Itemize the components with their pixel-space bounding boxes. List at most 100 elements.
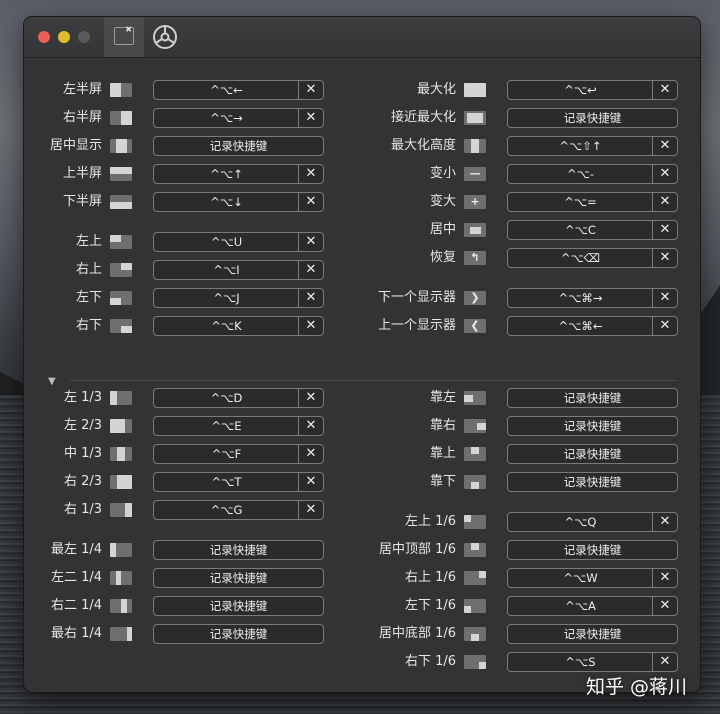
tab-window-shortcuts[interactable] — [104, 17, 144, 57]
close-window-button[interactable] — [38, 31, 50, 43]
shortcut-recorder[interactable]: ^⌥= ✕ — [507, 192, 678, 212]
shortcut-recorder[interactable]: ^⌥W ✕ — [507, 568, 678, 588]
clear-shortcut-button[interactable]: ✕ — [652, 249, 677, 267]
shortcut-row-sixth-tc: 居中顶部 1/6 记录快捷键 — [24, 540, 700, 560]
shortcut-recorder[interactable]: ^⌥⌘← ✕ — [507, 316, 678, 336]
shortcut-recorder[interactable]: 记录快捷键 — [507, 108, 678, 128]
window-shortcut-icon — [114, 25, 134, 45]
clear-shortcut-button[interactable]: ✕ — [652, 513, 677, 531]
shortcut-recorder[interactable]: ^⌥S ✕ — [507, 652, 678, 672]
shortcut-recorder[interactable]: 记录快捷键 — [507, 388, 678, 408]
shortcut-recorder[interactable]: ^⌥Q ✕ — [507, 512, 678, 532]
shortcut-value: ^⌥S — [565, 655, 596, 669]
shortcut-label: 最大化 — [416, 82, 456, 97]
shortcut-label: 右上 1/6 — [404, 570, 456, 585]
shortcut-row-prev-display: 上一个显示器 ❮ ^⌥⌘← ✕ — [24, 316, 700, 336]
shortcut-row-center: 居中 ^⌥C ✕ — [24, 220, 700, 240]
tab-general-settings[interactable] — [152, 24, 178, 50]
shortcut-row-move-left: 靠左 记录快捷键 — [24, 388, 700, 408]
shortcut-row-sixth-bc: 居中底部 1/6 记录快捷键 — [24, 624, 700, 644]
watermark: 知乎 @蒋川 — [586, 676, 688, 698]
shortcut-label: 左下 1/6 — [404, 598, 456, 613]
shortcut-recorder[interactable]: ^⌥⌫ ✕ — [507, 248, 678, 268]
clear-shortcut-button[interactable]: ✕ — [652, 653, 677, 671]
shortcut-row-sixth-tl: 左上 1/6 ^⌥Q ✕ — [24, 512, 700, 532]
shortcut-row-sixth-tr: 右上 1/6 ^⌥W ✕ — [24, 568, 700, 588]
shortcut-value: 记录快捷键 — [563, 111, 622, 125]
shortcut-label: 最大化高度 — [390, 138, 456, 153]
shortcut-recorder[interactable]: ^⌥⌘→ ✕ — [507, 288, 678, 308]
shortcut-settings: 左半屏 ^⌥← ✕ 右半屏 ^⌥→ ✕ 居中显示 记录快捷键 上半屏 ^⌥↑ ✕ 下半屏 ^⌥↓ ✕ 左上 ^… — [24, 58, 700, 692]
shortcut-row-sixth-bl: 左下 1/6 ^⌥A ✕ — [24, 596, 700, 616]
almost-max-icon — [464, 111, 486, 125]
clear-shortcut-button[interactable]: ✕ — [652, 569, 677, 587]
shortcut-value: ^⌥W — [563, 571, 598, 585]
center-icon — [464, 223, 486, 237]
clear-shortcut-button[interactable]: ✕ — [652, 137, 677, 155]
shortcut-recorder[interactable]: ^⌥⇧↑ ✕ — [507, 136, 678, 156]
shortcut-recorder[interactable]: ^⌥↩ ✕ — [507, 80, 678, 100]
next-display-icon: ❯ — [464, 291, 486, 305]
shortcut-value: ^⌥⌫ — [560, 251, 601, 265]
shortcut-recorder[interactable]: 记录快捷键 — [507, 540, 678, 560]
shortcut-recorder[interactable]: 记录快捷键 — [507, 624, 678, 644]
clear-shortcut-button[interactable]: ✕ — [652, 221, 677, 239]
shortcut-label: 靠左 — [429, 390, 456, 405]
shortcut-label: 下一个显示器 — [377, 290, 456, 305]
shortcut-recorder[interactable]: ^⌥A ✕ — [507, 596, 678, 616]
minimize-window-button[interactable] — [58, 31, 70, 43]
shortcut-row-move-right: 靠右 记录快捷键 — [24, 416, 700, 436]
title-bar — [24, 17, 700, 58]
shortcut-recorder[interactable]: ^⌥- ✕ — [507, 164, 678, 184]
larger-icon: + — [464, 195, 486, 209]
shortcut-label: 上一个显示器 — [377, 318, 456, 333]
shortcut-label: 右下 1/6 — [404, 654, 456, 669]
shortcut-row-restore: 恢复 ↰ ^⌥⌫ ✕ — [24, 248, 700, 268]
shortcut-value: 记录快捷键 — [563, 627, 622, 641]
preferences-window: 左半屏^⌥←✕右半屏^⌥→✕居中显示记录快捷键上半屏^⌥↑✕下半屏^⌥↓✕左上^… — [24, 17, 700, 692]
shortcut-value: ^⌥⇧↑ — [559, 139, 602, 153]
shortcut-row-next-display: 下一个显示器 ❯ ^⌥⌘→ ✕ — [24, 288, 700, 308]
shortcut-label: 靠上 — [429, 446, 456, 461]
shortcut-label: 居中 — [429, 222, 456, 237]
move-right-icon — [464, 419, 486, 433]
shortcut-value: ^⌥↩ — [564, 83, 597, 97]
shortcut-value: ^⌥Q — [564, 515, 597, 529]
shortcut-row-max-height: 最大化高度 ^⌥⇧↑ ✕ — [24, 136, 700, 156]
clear-shortcut-button[interactable]: ✕ — [652, 165, 677, 183]
shortcut-value: ^⌥A — [565, 599, 596, 613]
shortcut-label: 变小 — [429, 166, 456, 181]
shortcut-recorder[interactable]: 记录快捷键 — [507, 416, 678, 436]
shortcut-row-almost-max: 接近最大化 记录快捷键 — [24, 108, 700, 128]
clear-shortcut-button[interactable]: ✕ — [652, 597, 677, 615]
clear-shortcut-button[interactable]: ✕ — [652, 289, 677, 307]
shortcut-label: 恢复 — [429, 250, 456, 265]
shortcut-label: 居中顶部 1/6 — [378, 542, 456, 557]
clear-shortcut-button[interactable]: ✕ — [652, 81, 677, 99]
shortcut-value: 记录快捷键 — [563, 391, 622, 405]
shortcut-value: 记录快捷键 — [563, 419, 622, 433]
shortcut-recorder[interactable]: 记录快捷键 — [507, 472, 678, 492]
move-down-icon — [464, 475, 486, 489]
gear-icon — [153, 25, 177, 49]
shortcut-row-larger: 变大 + ^⌥= ✕ — [24, 192, 700, 212]
sixth-tl-icon — [464, 515, 486, 529]
shortcut-value: ^⌥- — [566, 167, 595, 181]
shortcut-label: 靠下 — [429, 474, 456, 489]
shortcut-row-sixth-br: 右下 1/6 ^⌥S ✕ — [24, 652, 700, 672]
restore-icon: ↰ — [464, 251, 486, 265]
sixth-tc-icon — [464, 543, 486, 557]
shortcut-value: 记录快捷键 — [563, 543, 622, 557]
shortcut-label: 左上 1/6 — [404, 514, 456, 529]
shortcut-value: ^⌥= — [564, 195, 597, 209]
zoom-window-button[interactable] — [78, 31, 90, 43]
clear-shortcut-button[interactable]: ✕ — [652, 317, 677, 335]
shortcut-recorder[interactable]: 记录快捷键 — [507, 444, 678, 464]
shortcut-recorder[interactable]: ^⌥C ✕ — [507, 220, 678, 240]
disclosure-triangle-icon[interactable]: ▼ — [48, 376, 56, 387]
prev-display-icon: ❮ — [464, 319, 486, 333]
sixth-bl-icon — [464, 599, 486, 613]
shortcut-row-move-up: 靠上 记录快捷键 — [24, 444, 700, 464]
shortcut-row-max: 最大化 ^⌥↩ ✕ — [24, 80, 700, 100]
clear-shortcut-button[interactable]: ✕ — [652, 193, 677, 211]
